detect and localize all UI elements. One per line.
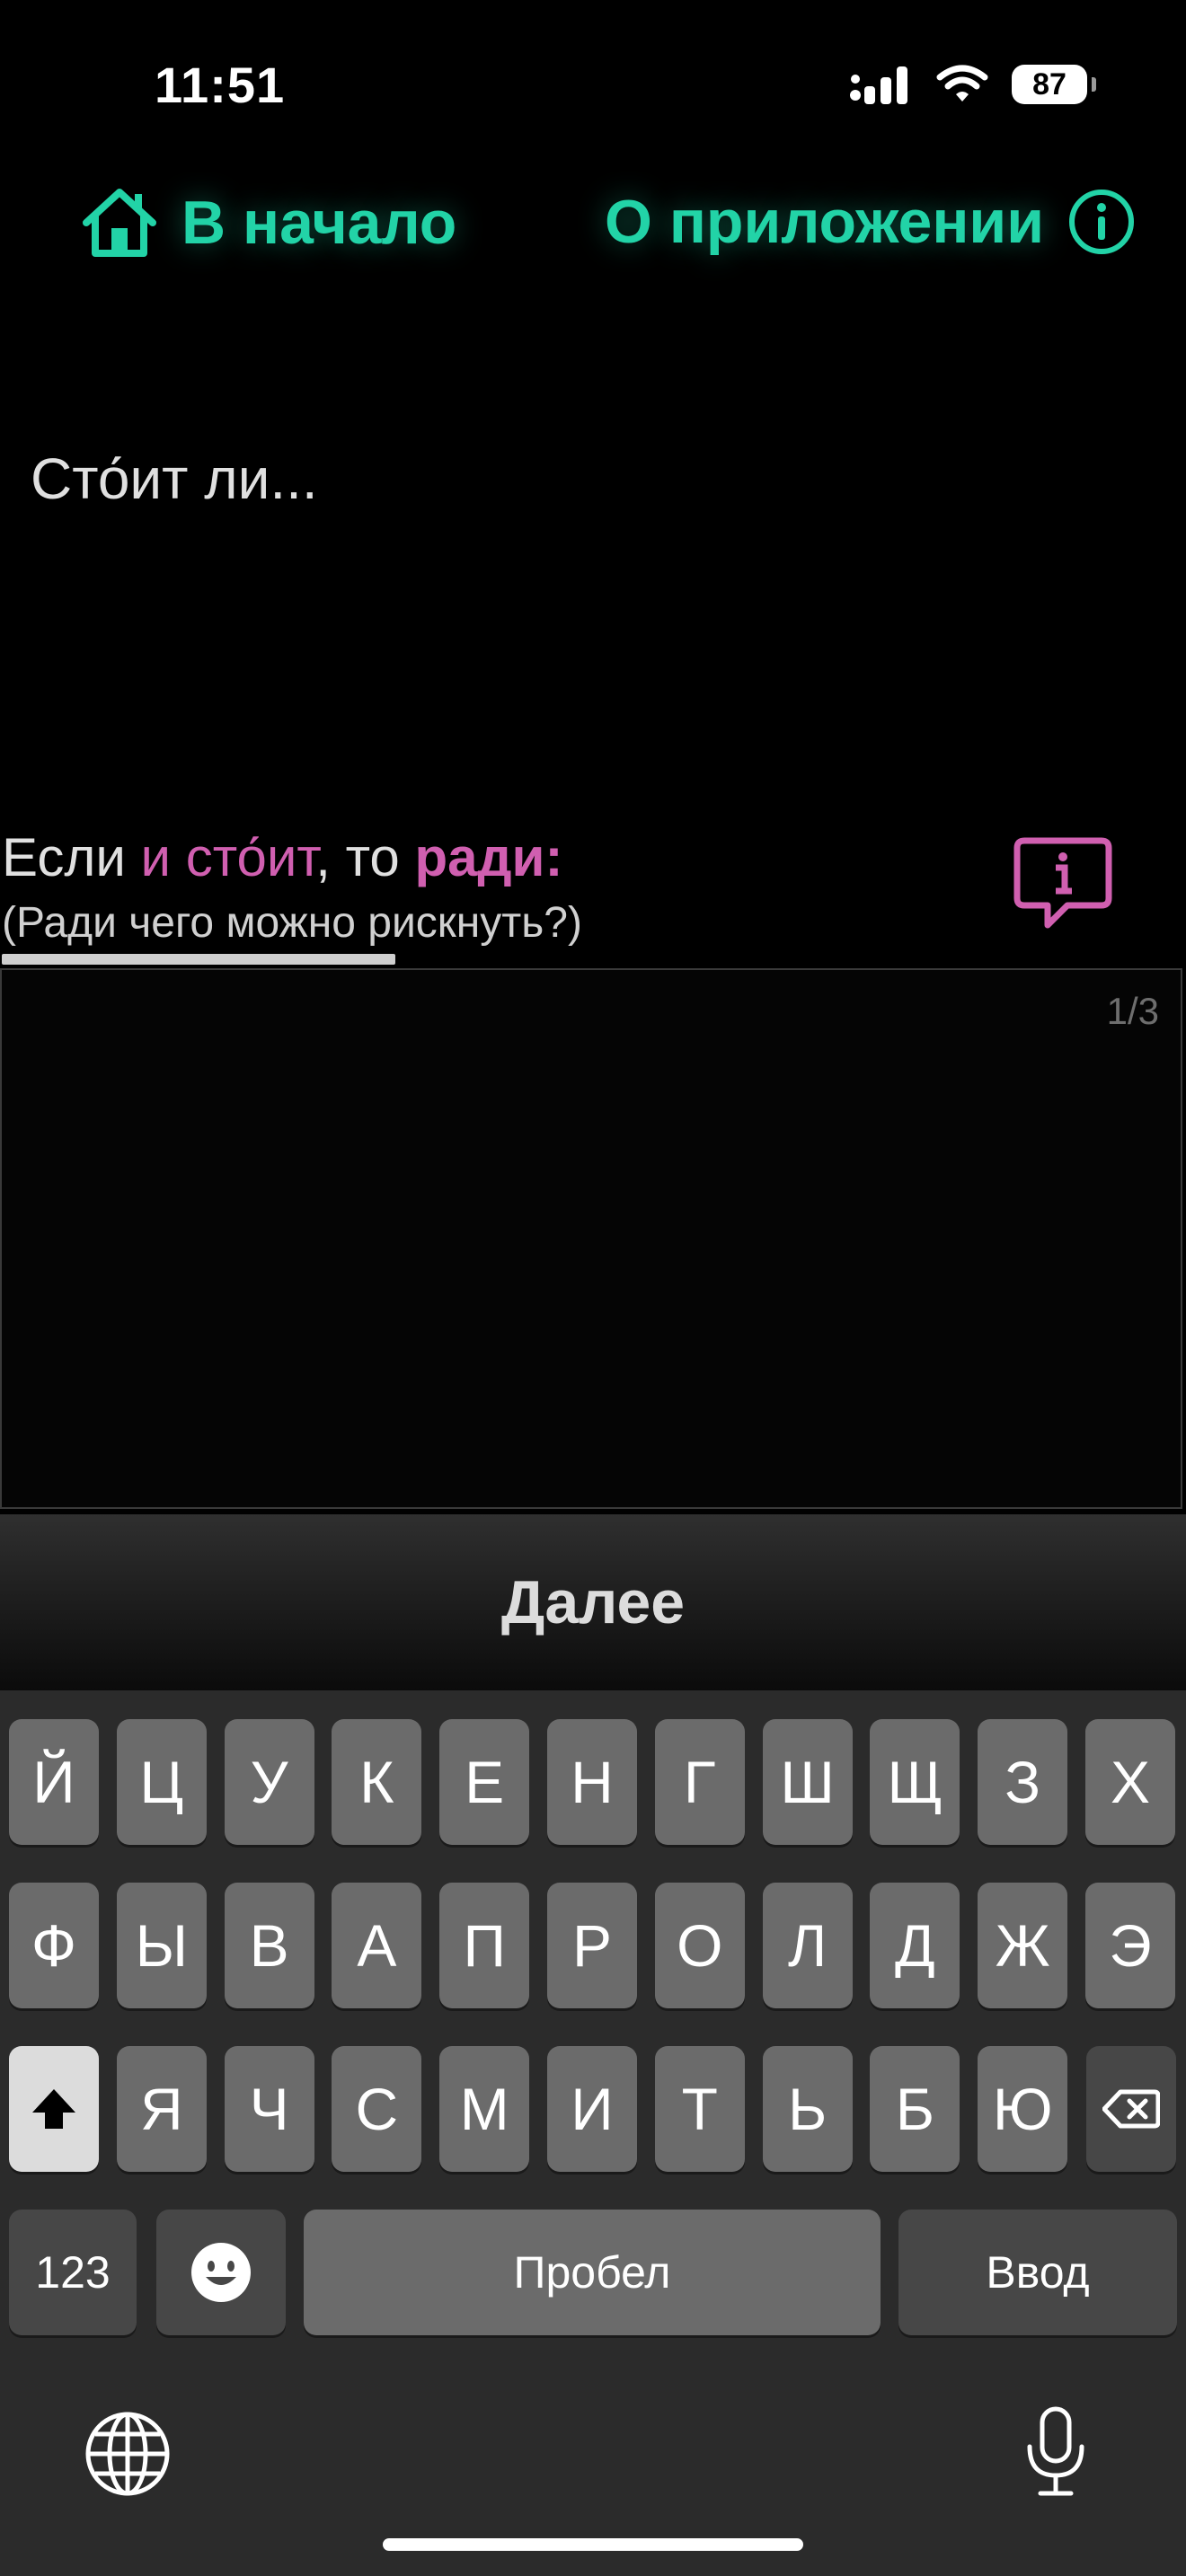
key-row3-7[interactable]: Б bbox=[870, 2046, 960, 2172]
globe-button[interactable] bbox=[84, 2411, 171, 2501]
key-row2-0[interactable]: Ф bbox=[9, 1883, 99, 2008]
backspace-icon bbox=[1102, 2089, 1160, 2129]
key-row3-6[interactable]: Ь bbox=[762, 2046, 853, 2172]
numbers-key[interactable]: 123 bbox=[9, 2210, 137, 2335]
globe-icon bbox=[85, 2412, 170, 2496]
home-icon bbox=[83, 189, 156, 257]
prompt-text-1: Если bbox=[2, 827, 141, 887]
answer-counter: 1/3 bbox=[1106, 990, 1159, 1032]
key-row2-5[interactable]: Р bbox=[547, 1883, 637, 2008]
key-row3-4[interactable]: И bbox=[547, 2046, 637, 2172]
prompt-text-2: и сто́ит bbox=[140, 827, 316, 887]
key-row1-9[interactable]: З bbox=[978, 1719, 1068, 1845]
shift-icon bbox=[32, 2089, 75, 2129]
shift-key[interactable] bbox=[9, 2046, 99, 2172]
home-button[interactable]: В начало bbox=[81, 187, 456, 259]
key-row3-2[interactable]: С bbox=[332, 2046, 422, 2172]
signal-icon bbox=[850, 66, 907, 104]
key-row1-4[interactable]: Е bbox=[439, 1719, 530, 1845]
keyboard: ЙЦУКЕНГШЩЗХ ФЫВАПРОЛДЖЭ ЯЧСМИТЬБЮ 123 Пр… bbox=[0, 1690, 1186, 2576]
status-icons: 87 bbox=[850, 65, 1096, 104]
key-row2-2[interactable]: В bbox=[224, 1883, 314, 2008]
hint-button[interactable] bbox=[1012, 835, 1114, 935]
key-row2-6[interactable]: О bbox=[654, 1883, 745, 2008]
prompt-text-3: , то bbox=[315, 827, 415, 887]
hint-bubble-icon bbox=[1013, 837, 1112, 929]
key-row1-6[interactable]: Г bbox=[654, 1719, 745, 1845]
return-key[interactable]: Ввод bbox=[898, 2210, 1177, 2335]
space-key[interactable]: Пробел bbox=[304, 2210, 881, 2335]
prompt-line: Если и сто́ит, то ради: bbox=[2, 826, 562, 888]
home-button-label: В начало bbox=[181, 189, 457, 257]
wifi-icon bbox=[936, 65, 988, 101]
next-button[interactable]: Далее bbox=[0, 1514, 1186, 1690]
key-row1-2[interactable]: У bbox=[224, 1719, 314, 1845]
key-row2-1[interactable]: Ы bbox=[116, 1883, 207, 2008]
prompt-subtitle: (Ради чего можно рискнуть?) bbox=[2, 899, 582, 947]
info-icon bbox=[1069, 190, 1134, 254]
key-row1-7[interactable]: Ш bbox=[762, 1719, 853, 1845]
key-row2-9[interactable]: Ж bbox=[978, 1883, 1068, 2008]
prompt-text-4: ради: bbox=[414, 827, 563, 887]
key-row3-8[interactable]: Ю bbox=[978, 2046, 1068, 2172]
emoji-key[interactable] bbox=[156, 2210, 286, 2335]
key-row2-8[interactable]: Д bbox=[870, 1883, 960, 2008]
key-row1-5[interactable]: Н bbox=[547, 1719, 637, 1845]
about-button-label: О приложении bbox=[605, 188, 1044, 256]
microphone-icon bbox=[1027, 2406, 1084, 2496]
key-row1-8[interactable]: Щ bbox=[870, 1719, 960, 1845]
key-row3-1[interactable]: Ч bbox=[224, 2046, 314, 2172]
key-row3-5[interactable]: Т bbox=[654, 2046, 745, 2172]
status-time: 11:51 bbox=[155, 57, 286, 113]
key-row3-3[interactable]: М bbox=[439, 2046, 530, 2172]
emoji-icon bbox=[191, 2243, 251, 2302]
home-indicator[interactable] bbox=[383, 2538, 803, 2551]
key-row2-10[interactable]: Э bbox=[1085, 1883, 1175, 2008]
microphone-button[interactable] bbox=[1024, 2405, 1087, 2503]
key-row1-10[interactable]: Х bbox=[1085, 1719, 1175, 1845]
backspace-key[interactable] bbox=[1086, 2046, 1176, 2172]
battery-icon: 87 bbox=[1012, 65, 1096, 104]
progress-bar bbox=[2, 954, 395, 965]
about-button[interactable]: О приложении bbox=[605, 187, 1136, 257]
question-heading: Сто́ит ли... bbox=[31, 446, 318, 511]
key-row1-1[interactable]: Ц bbox=[116, 1719, 207, 1845]
key-row2-7[interactable]: Л bbox=[762, 1883, 853, 2008]
key-row3-0[interactable]: Я bbox=[116, 2046, 207, 2172]
key-row2-3[interactable]: А bbox=[332, 1883, 422, 2008]
answer-textarea[interactable]: 1/3 bbox=[0, 968, 1182, 1509]
key-row1-3[interactable]: К bbox=[332, 1719, 422, 1845]
key-row2-4[interactable]: П bbox=[439, 1883, 530, 2008]
key-row1-0[interactable]: Й bbox=[9, 1719, 99, 1845]
